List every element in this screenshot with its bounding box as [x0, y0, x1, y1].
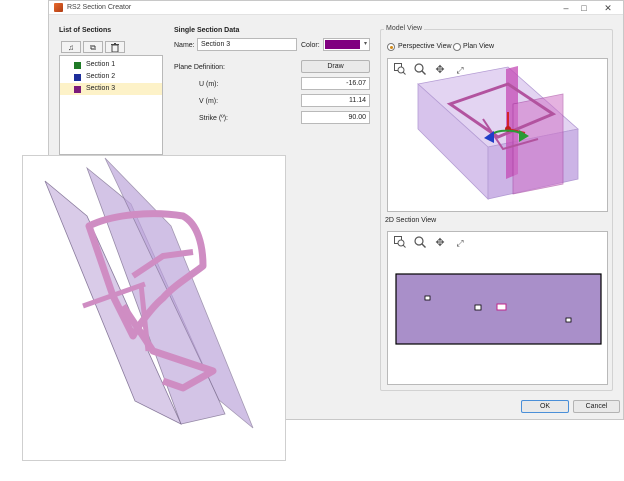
- copy-icon: ⧉: [90, 43, 96, 52]
- plan-label: Plan View: [463, 43, 495, 50]
- strike-input[interactable]: 90.00: [301, 111, 370, 124]
- color-swatch: [74, 62, 81, 69]
- u-input[interactable]: -16.07: [301, 77, 370, 90]
- list-item[interactable]: Section 2: [60, 71, 162, 83]
- list-item-selected[interactable]: Section 3: [60, 83, 162, 95]
- color-label: Color:: [301, 42, 320, 49]
- color-swatch: [74, 74, 81, 81]
- minimize-button[interactable]: –: [557, 2, 575, 14]
- add-section-button[interactable]: ♫: [61, 41, 81, 53]
- sections-list: Section 1 Section 2 Section 3: [59, 55, 163, 155]
- delete-section-button[interactable]: [105, 41, 125, 53]
- list-title: List of Sections: [59, 27, 112, 34]
- color-swatch: [74, 86, 81, 93]
- name-input[interactable]: Section 3: [197, 38, 297, 51]
- strike-label: Strike (º):: [199, 115, 229, 122]
- color-picker[interactable]: ▾: [323, 38, 370, 51]
- name-label: Name:: [174, 42, 195, 49]
- v-label: V (m):: [199, 98, 219, 105]
- u-label: U (m):: [199, 81, 219, 88]
- plan-radio[interactable]: [453, 43, 461, 51]
- trash-icon: [111, 43, 119, 53]
- single-section-title: Single Section Data: [174, 27, 240, 34]
- section-view-title: 2D Section View: [385, 217, 437, 224]
- section-2d-render: [395, 273, 602, 345]
- draw-button[interactable]: Draw: [301, 60, 370, 73]
- ok-button[interactable]: OK: [521, 400, 569, 413]
- color-swatch: [325, 40, 360, 49]
- maximize-button[interactable]: □: [575, 2, 593, 14]
- chevron-down-icon: ▾: [363, 41, 367, 47]
- list-item-label: Section 1: [86, 61, 116, 68]
- window-title: RS2 Section Creator: [67, 4, 132, 11]
- model-3d-render: [417, 66, 579, 200]
- plane-definition-label: Plane Definition:: [174, 64, 225, 71]
- perspective-label: Perspective View: [398, 43, 452, 50]
- model-view-title: Model View: [384, 25, 425, 32]
- add-section-icon: ♫: [68, 43, 74, 52]
- list-item-label: Section 2: [86, 73, 116, 80]
- cancel-button[interactable]: Cancel: [573, 400, 620, 413]
- perspective-viewport[interactable]: ✥ ⤢: [387, 58, 608, 212]
- list-item[interactable]: Section 1: [60, 59, 162, 71]
- copy-section-button[interactable]: ⧉: [83, 41, 103, 53]
- perspective-radio[interactable]: [387, 43, 395, 51]
- app-icon: [54, 3, 63, 12]
- v-input[interactable]: 11.14: [301, 94, 370, 107]
- model-3d-overlay: [22, 155, 286, 461]
- title-bar: RS2 Section Creator – □ ✕: [49, 1, 623, 15]
- close-button[interactable]: ✕: [599, 2, 617, 14]
- section-viewport[interactable]: ✥ ⤢: [387, 231, 608, 385]
- list-item-label: Section 3: [86, 85, 116, 92]
- large-model-render: [44, 157, 254, 429]
